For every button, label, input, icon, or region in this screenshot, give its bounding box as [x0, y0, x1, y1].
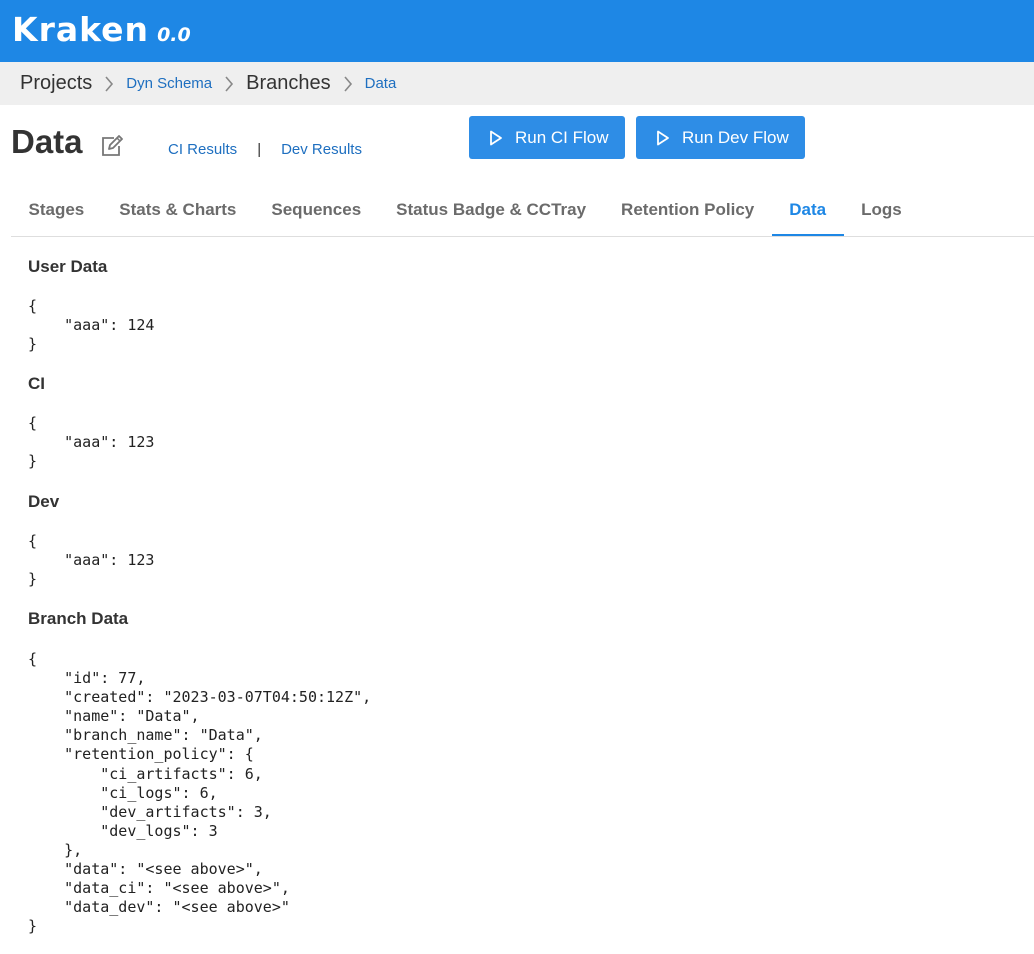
- user-data-heading: User Data: [28, 257, 108, 276]
- breadcrumb-projects[interactable]: Projects: [20, 72, 92, 95]
- ci-data-json: { "aaa": 123 }: [28, 414, 155, 471]
- user-data-json: { "aaa": 124 }: [28, 297, 155, 354]
- branch-data-json: { "id": 77, "created": "2023-03-07T04:50…: [28, 650, 372, 936]
- breadcrumb: Projects Dyn Schema Branches Data: [0, 62, 1034, 105]
- play-icon: [490, 130, 502, 145]
- tab-retention-policy[interactable]: Retention Policy: [604, 182, 772, 236]
- chevron-right-icon: [212, 75, 246, 92]
- run-dev-flow-button[interactable]: Run Dev Flow: [636, 116, 805, 159]
- logo-version: 0.0: [157, 24, 191, 46]
- tab-logs[interactable]: Logs: [844, 182, 920, 236]
- breadcrumb-project-link[interactable]: Dyn Schema: [126, 75, 212, 92]
- results-separator: |: [257, 141, 262, 158]
- results-links: CI Results | Dev Results: [168, 141, 362, 158]
- run-ci-flow-button[interactable]: Run CI Flow: [469, 116, 625, 159]
- chevron-right-icon: [92, 75, 126, 92]
- page-title: Data: [11, 123, 83, 160]
- breadcrumb-branches[interactable]: Branches: [246, 72, 331, 95]
- ci-results-link[interactable]: CI Results: [168, 141, 237, 158]
- dev-data-heading: Dev: [28, 492, 60, 511]
- dev-results-link[interactable]: Dev Results: [281, 141, 362, 158]
- tab-sequences[interactable]: Sequences: [254, 182, 379, 236]
- branch-data-heading: Branch Data: [28, 609, 129, 628]
- tab-stages[interactable]: Stages: [11, 182, 102, 236]
- tab-data[interactable]: Data: [771, 182, 844, 236]
- kraken-logo[interactable]: Kraken 0.0: [12, 10, 191, 49]
- run-dev-flow-label: Run Dev Flow: [682, 127, 789, 147]
- edit-icon[interactable]: [100, 135, 124, 162]
- breadcrumb-branch-link[interactable]: Data: [365, 75, 397, 92]
- tab-stats-charts[interactable]: Stats & Charts: [102, 182, 254, 236]
- play-icon: [657, 130, 669, 145]
- run-ci-flow-label: Run CI Flow: [515, 127, 609, 147]
- branch-tabs: Stages Stats & Charts Sequences Status B…: [11, 182, 1034, 237]
- ci-data-heading: CI: [28, 374, 45, 393]
- dev-data-json: { "aaa": 123 }: [28, 532, 155, 589]
- tab-status-badge[interactable]: Status Badge & CCTray: [379, 182, 604, 236]
- chevron-right-icon: [331, 75, 365, 92]
- logo-name: Kraken: [12, 10, 150, 49]
- top-navbar: Kraken 0.0: [0, 0, 1034, 62]
